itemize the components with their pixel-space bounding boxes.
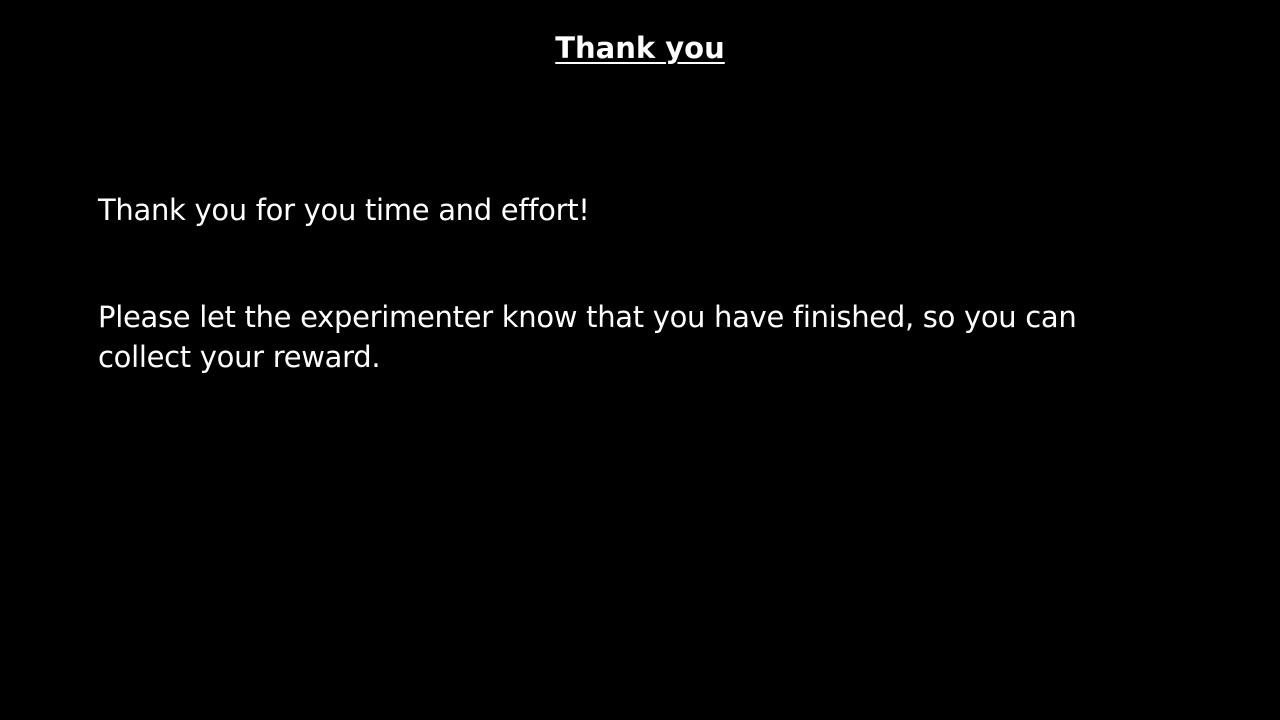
- slide-title: Thank you: [555, 31, 725, 65]
- instruction-message: Please let the experimenter know that yo…: [98, 300, 1077, 374]
- slide: Thank you Thank you for you time and eff…: [0, 0, 1280, 720]
- thank-you-message: Thank you for you time and effort!: [98, 193, 590, 227]
